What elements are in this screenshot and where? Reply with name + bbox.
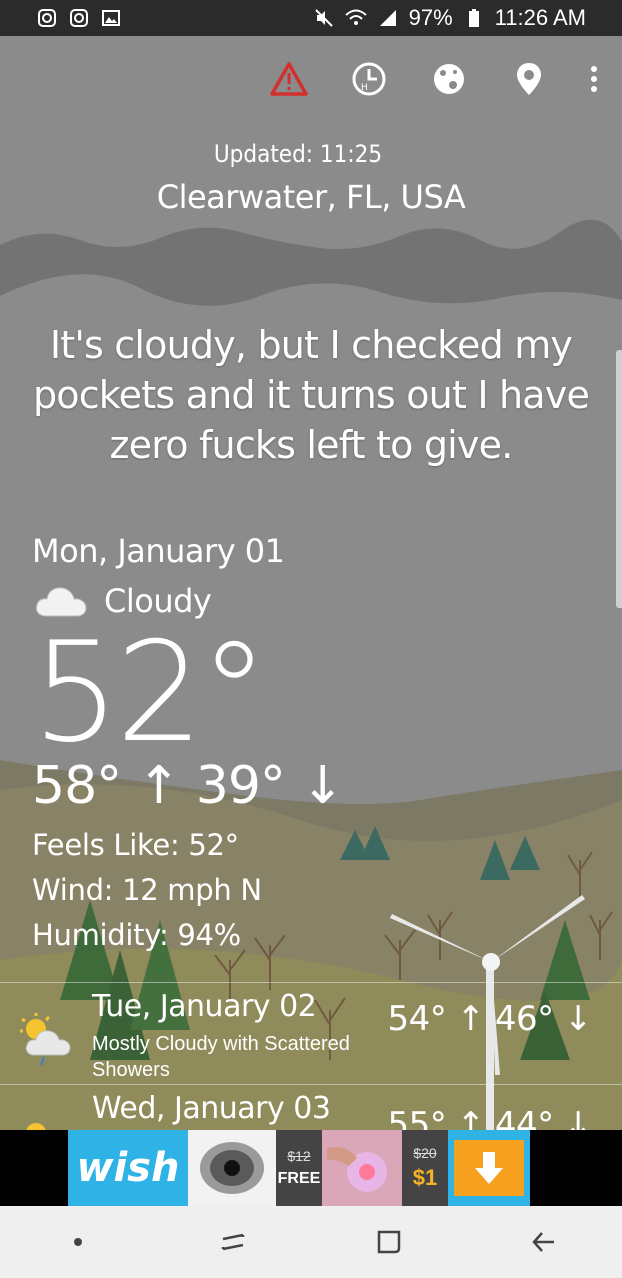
status-bar: 97% 11:26 AM <box>0 0 622 36</box>
forecast-day: Tue, January 02 <box>92 989 317 1024</box>
arrow-down-icon: ↓ <box>564 999 593 1039</box>
arrow-up-icon: ↑ <box>137 756 181 816</box>
mute-icon <box>313 7 335 29</box>
ad-banner[interactable]: wish $12 FREE $20 $1 <box>0 1130 622 1206</box>
forecast-low: 46° <box>494 999 554 1039</box>
location-button[interactable] <box>504 54 554 104</box>
moon-phase-button[interactable] <box>424 54 474 104</box>
battery-percent: 97% <box>408 5 453 30</box>
forecast-high: 55° <box>387 1105 447 1131</box>
forecast-row[interactable]: Wed, January 03 55° ↑ 44° ↓ <box>0 1084 622 1131</box>
forecast-temps: 54° ↑ 46° ↓ <box>387 999 593 1039</box>
today-high-low: 58° ↑ 39° ↓ <box>32 756 344 816</box>
feels-like: Feels Like: 52° <box>32 828 239 862</box>
overflow-menu-button[interactable] <box>584 54 604 104</box>
signal-icon <box>377 7 399 29</box>
low-temp: 39° <box>195 756 286 816</box>
download-arrow-icon <box>475 1152 503 1184</box>
forecast-temps: 55° ↑ 44° ↓ <box>387 1105 593 1131</box>
ad-brand-logo[interactable]: wish <box>68 1130 188 1206</box>
partly-cloudy-icon <box>26 1123 46 1131</box>
ad-new-price: FREE <box>277 1170 321 1187</box>
weather-quote: It's cloudy, but I checked my pockets an… <box>32 323 590 467</box>
arrow-up-icon: ↑ <box>456 999 486 1039</box>
system-status: 97% 11:26 AM <box>313 5 586 31</box>
partly-cloudy-showers-icon <box>20 1013 71 1066</box>
current-temperature: 52° <box>32 612 269 773</box>
instagram-icon <box>36 7 58 29</box>
ad-old-price: $12 <box>287 1148 311 1164</box>
moon-phase-icon <box>434 64 464 94</box>
humidity: Humidity: 94% <box>32 918 241 952</box>
ad-price-1[interactable]: $12 FREE <box>276 1130 322 1206</box>
notification-icons <box>36 7 122 29</box>
instagram-icon <box>68 7 90 29</box>
home-button[interactable] <box>359 1212 419 1272</box>
arrow-up-icon: ↑ <box>456 1105 486 1131</box>
nav-dot-button[interactable] <box>48 1212 108 1272</box>
arrow-down-icon: ↓ <box>564 1105 593 1131</box>
battery-icon <box>463 7 485 29</box>
ad-price-2[interactable]: $20 $1 <box>402 1130 448 1206</box>
forecast-high: 54° <box>387 999 447 1039</box>
ad-product-image[interactable] <box>188 1130 276 1206</box>
svg-text:H: H <box>361 83 368 93</box>
arrow-down-icon: ↓ <box>300 756 345 816</box>
wind: Wind: 12 mph N <box>32 873 262 907</box>
alert-icon <box>270 62 308 96</box>
more-vert-icon <box>591 66 597 92</box>
back-arrow-icon <box>532 1232 555 1252</box>
forecast-row[interactable]: Tue, January 02 Mostly Cloudy with Scatt… <box>0 982 622 1085</box>
forecast-description: Mostly Cloudy with Scattered Showers <box>92 1033 350 1081</box>
navigation-bar <box>0 1206 622 1278</box>
dot-icon <box>73 1238 82 1246</box>
recents-button[interactable] <box>203 1212 263 1272</box>
spinner-hand-image <box>327 1147 387 1192</box>
today-date: Mon, January 01 <box>32 532 285 570</box>
updated-time: Updated: 11:25 <box>213 140 383 168</box>
recents-icon <box>222 1233 245 1251</box>
alerts-button[interactable] <box>264 54 314 104</box>
ad-product-image[interactable] <box>322 1130 402 1206</box>
history-icon: H <box>352 62 386 96</box>
location-name[interactable]: Clearwater, FL, USA <box>0 178 622 216</box>
location-pin-icon <box>517 63 541 95</box>
ad-download-button[interactable] <box>448 1130 530 1206</box>
toolbar: H <box>264 54 604 104</box>
clock: 11:26 AM <box>494 5 586 30</box>
forecast-day: Wed, January 03 <box>92 1091 331 1126</box>
ad-new-price: $1 <box>412 1165 438 1190</box>
wifi-icon <box>344 7 367 29</box>
home-icon <box>377 1230 400 1254</box>
hourly-forecast-button[interactable]: H <box>344 54 394 104</box>
gallery-icon <box>100 7 122 29</box>
back-button[interactable] <box>514 1212 574 1272</box>
scrollbar[interactable] <box>616 350 622 608</box>
fidget-spinner-image <box>200 1142 264 1194</box>
ad-old-price: $20 <box>413 1145 437 1161</box>
high-temp: 58° <box>32 756 122 816</box>
forecast-low: 44° <box>494 1105 554 1131</box>
